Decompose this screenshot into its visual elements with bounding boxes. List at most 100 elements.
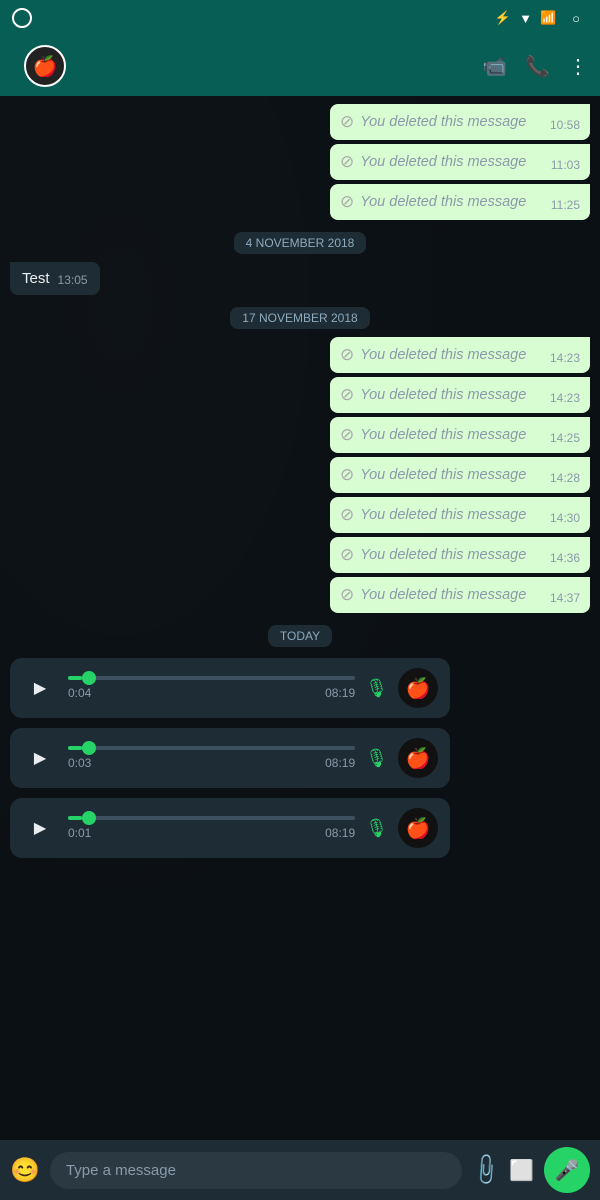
message-deleted: ⊘ You deleted this message 14:37: [330, 577, 590, 613]
ban-icon: ⊘: [340, 192, 354, 212]
chat-area: ⊘ You deleted this message 10:58 ⊘ You d…: [0, 96, 600, 1140]
message-time: 14:36: [550, 551, 580, 565]
voice-time: 08:19: [325, 826, 355, 840]
avatar-icon: 🍎: [33, 54, 58, 79]
message-deleted: ⊘ You deleted this message 14:30: [330, 497, 590, 533]
message-time: 14:23: [550, 351, 580, 365]
camera-button[interactable]: ⬜: [509, 1158, 534, 1183]
menu-button[interactable]: ⋮: [568, 54, 588, 79]
video-call-button[interactable]: 📹: [482, 54, 507, 79]
message-deleted: ⊘ You deleted this message 11:25: [330, 184, 590, 220]
mic-icon: 🎙: [365, 748, 388, 769]
deleted-text: You deleted this message: [360, 194, 541, 210]
ban-icon: ⊘: [340, 585, 354, 605]
waveform-track: [68, 676, 355, 680]
date-badge: 4 NOVEMBER 2018: [234, 232, 367, 254]
message-time: 14:30: [550, 511, 580, 525]
play-button[interactable]: ▶: [22, 740, 58, 776]
voice-avatar: 🍎: [398, 738, 438, 778]
message-time: 11:03: [551, 158, 580, 172]
voice-avatar: 🍎: [398, 668, 438, 708]
attach-button[interactable]: 📎: [467, 1151, 505, 1189]
ban-icon: ⊘: [340, 152, 354, 172]
chat-header: 🍎 📹 📞 ⋮: [0, 36, 600, 96]
message-time: 14:23: [550, 391, 580, 405]
message-sent: Test 13:05: [10, 262, 100, 295]
message-text: Test: [22, 270, 50, 287]
ban-icon: ⊘: [340, 345, 354, 365]
message-time: 11:25: [551, 198, 580, 212]
waveform-progress: [68, 746, 82, 750]
bluetooth-icon: ⚡: [495, 10, 511, 26]
mic-icon: 🎙: [365, 678, 388, 699]
play-button[interactable]: ▶: [22, 670, 58, 706]
message-time: 14:37: [550, 591, 580, 605]
date-badge: TODAY: [268, 625, 332, 647]
deleted-text: You deleted this message: [360, 387, 540, 403]
status-bar: ⚡ ▼ 📶 ○: [0, 0, 600, 36]
voice-avatar: 🍎: [398, 808, 438, 848]
waveform-dot: [82, 811, 96, 825]
ban-icon: ⊘: [340, 465, 354, 485]
message-deleted: ⊘ You deleted this message 14:23: [330, 337, 590, 373]
message-voice: ▶ 0:04 08:19 🎙 🍎: [10, 658, 450, 718]
mic-icon: 🎙: [365, 818, 388, 839]
voice-meta: 0:03 08:19: [68, 756, 355, 770]
voice-mic-button[interactable]: 🎤: [544, 1147, 590, 1193]
waveform-progress: [68, 816, 82, 820]
deleted-text: You deleted this message: [360, 587, 540, 603]
deleted-text: You deleted this message: [360, 467, 540, 483]
message-deleted: ⊘ You deleted this message 10:58: [330, 104, 590, 140]
message-input[interactable]: [50, 1152, 462, 1189]
message-deleted: ⊘ You deleted this message 14:23: [330, 377, 590, 413]
voice-duration: 0:04: [68, 686, 91, 700]
message-deleted: ⊘ You deleted this message 14:28: [330, 457, 590, 493]
deleted-text: You deleted this message: [360, 427, 540, 443]
waveform-dot: [82, 741, 96, 755]
message-deleted: ⊘ You deleted this message 11:03: [330, 144, 590, 180]
deleted-text: You deleted this message: [360, 114, 540, 130]
message-time: 14:28: [550, 471, 580, 485]
status-left: [12, 8, 32, 28]
voice-time: 08:19: [325, 686, 355, 700]
voice-call-button[interactable]: 📞: [525, 54, 550, 79]
ban-icon: ⊘: [340, 545, 354, 565]
input-bar: 😊 📎 ⬜ 🎤: [0, 1140, 600, 1200]
contact-avatar: 🍎: [24, 45, 66, 87]
waveform-dot: [82, 671, 96, 685]
ban-icon: ⊘: [340, 505, 354, 525]
message-deleted: ⊘ You deleted this message 14:36: [330, 537, 590, 573]
waveform-track: [68, 816, 355, 820]
voice-content: 0:04 08:19: [68, 676, 355, 700]
deleted-text: You deleted this message: [360, 154, 541, 170]
waveform-progress: [68, 676, 82, 680]
message-time: 14:25: [550, 431, 580, 445]
message-time: 13:05: [58, 273, 88, 287]
message-time: 10:58: [550, 118, 580, 132]
voice-duration: 0:03: [68, 756, 91, 770]
message-deleted: ⊘ You deleted this message 14:25: [330, 417, 590, 453]
deleted-text: You deleted this message: [360, 347, 540, 363]
date-badge: 17 NOVEMBER 2018: [230, 307, 369, 329]
ban-icon: ⊘: [340, 385, 354, 405]
notification-badge: [12, 8, 32, 28]
voice-duration: 0:01: [68, 826, 91, 840]
voice-meta: 0:04 08:19: [68, 686, 355, 700]
voice-time: 08:19: [325, 756, 355, 770]
voice-content: 0:01 08:19: [68, 816, 355, 840]
signal-bars: 📶: [540, 10, 556, 26]
play-button[interactable]: ▶: [22, 810, 58, 846]
signal-icon: ▼: [519, 11, 532, 26]
ring-icon: ○: [572, 11, 580, 26]
deleted-text: You deleted this message: [360, 547, 540, 563]
voice-content: 0:03 08:19: [68, 746, 355, 770]
mic-send-icon: 🎤: [555, 1158, 580, 1183]
message-voice: ▶ 0:01 08:19 🎙 🍎: [10, 798, 450, 858]
message-voice: ▶ 0:03 08:19 🎙 🍎: [10, 728, 450, 788]
emoji-button[interactable]: 😊: [10, 1156, 40, 1185]
ban-icon: ⊘: [340, 112, 354, 132]
voice-meta: 0:01 08:19: [68, 826, 355, 840]
status-right: ⚡ ▼ 📶 ○: [495, 10, 588, 26]
waveform-track: [68, 746, 355, 750]
deleted-text: You deleted this message: [360, 507, 540, 523]
